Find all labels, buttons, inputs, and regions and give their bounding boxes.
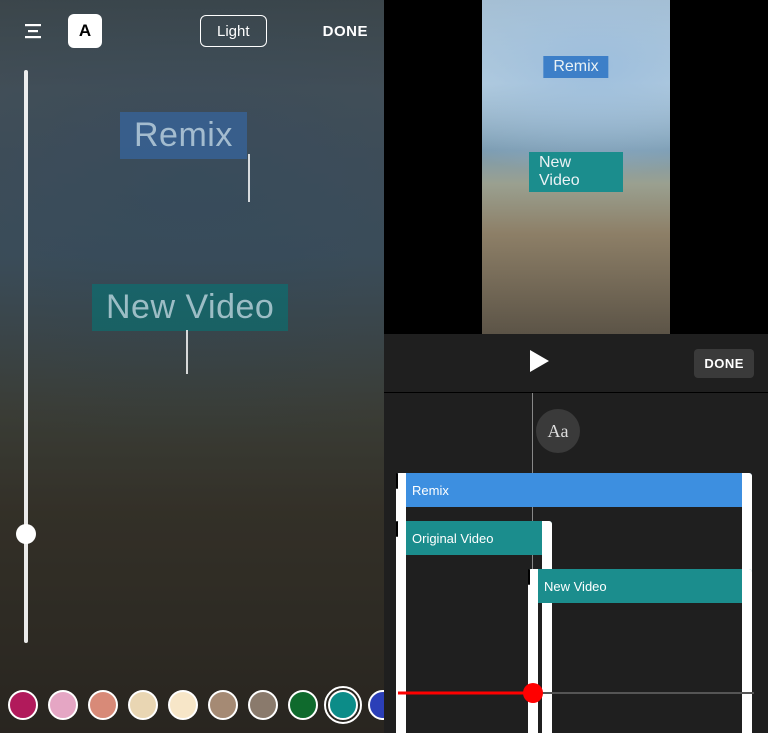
align-icon[interactable] <box>16 14 50 48</box>
playback-bar: DONE <box>384 334 768 392</box>
scrub-slider[interactable] <box>398 681 754 705</box>
clip-newvideo[interactable]: New Video <box>528 569 752 603</box>
color-swatch-3[interactable] <box>128 690 158 720</box>
font-selector-button[interactable]: Light <box>200 15 267 47</box>
clip-handle-right[interactable] <box>742 569 752 733</box>
text-element-remix[interactable]: Remix <box>120 112 247 159</box>
text-size-slider[interactable] <box>24 70 28 643</box>
text-caret <box>248 154 250 202</box>
color-swatch-8[interactable] <box>328 690 358 720</box>
clip-label: Original Video <box>412 531 493 546</box>
color-swatch-2[interactable] <box>88 690 118 720</box>
color-swatch-4[interactable] <box>168 690 198 720</box>
preview-text-remix: Remix <box>543 56 608 78</box>
color-swatch-7[interactable] <box>288 690 318 720</box>
text-style-chip[interactable]: Aa <box>536 409 580 453</box>
timeline-pane: Remix New Video DONE Aa Remix Original Vi… <box>384 0 768 733</box>
scrub-thumb[interactable] <box>523 683 543 703</box>
text-style-icon[interactable]: A <box>68 14 102 48</box>
canvas-overlay: Remix New Video <box>0 0 384 733</box>
clip-label: Remix <box>412 483 449 498</box>
text-caret <box>186 330 188 374</box>
preview-area: Remix New Video <box>384 0 768 334</box>
clip-remix[interactable]: Remix <box>396 473 752 507</box>
play-icon[interactable] <box>528 349 550 378</box>
timeline-done-button[interactable]: DONE <box>694 349 754 378</box>
color-swatch-5[interactable] <box>208 690 238 720</box>
color-swatch-1[interactable] <box>48 690 78 720</box>
scrub-progress <box>398 692 533 695</box>
text-size-thumb[interactable] <box>16 524 36 544</box>
preview-text-newvideo: New Video <box>529 152 623 192</box>
clip-handle-left[interactable] <box>528 569 538 733</box>
text-done-button[interactable]: DONE <box>323 23 368 40</box>
timeline: Aa Remix Original Video New Video <box>384 392 768 733</box>
clip-original[interactable]: Original Video <box>396 521 552 555</box>
color-swatch-9[interactable] <box>368 690 384 720</box>
text-toolbar: A Light DONE <box>0 0 384 62</box>
color-palette <box>0 677 384 733</box>
tracks-container: Remix Original Video New Video <box>384 473 768 603</box>
video-preview[interactable]: Remix New Video <box>482 0 670 334</box>
text-element-newvideo[interactable]: New Video <box>92 284 288 331</box>
clip-label: New Video <box>544 579 607 594</box>
text-editor-pane: A Light DONE Remix New Video <box>0 0 384 733</box>
app-root: A Light DONE Remix New Video Remix New V… <box>0 0 768 733</box>
color-swatch-0[interactable] <box>8 690 38 720</box>
color-swatch-6[interactable] <box>248 690 278 720</box>
